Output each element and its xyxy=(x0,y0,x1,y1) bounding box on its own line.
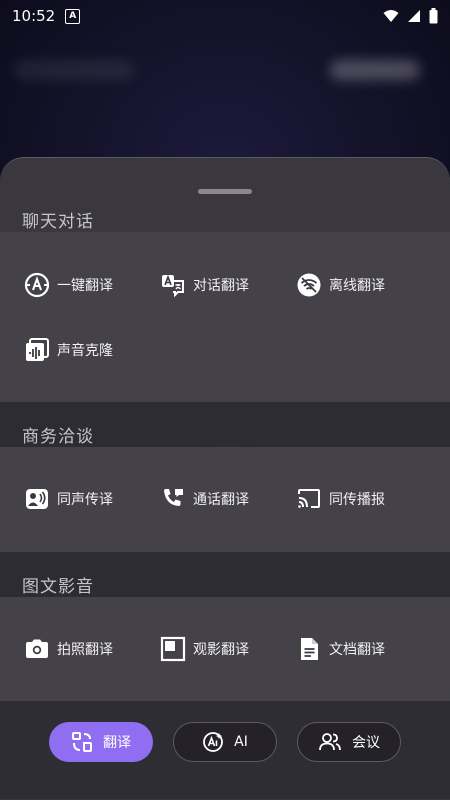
feature-label: 同传播报 xyxy=(329,492,385,508)
tab-label: AI xyxy=(234,734,248,750)
feature-label: 一键翻译 xyxy=(57,278,113,294)
bottom-tab-bar: 翻译 AI 会议 xyxy=(0,701,450,799)
tab-ai[interactable]: AI xyxy=(173,722,277,762)
status-icons xyxy=(383,8,438,24)
feature-simultaneous-interpretation[interactable]: 同声传译 xyxy=(24,485,113,513)
offline-wifi-icon xyxy=(296,272,322,298)
cast-icon xyxy=(296,486,322,512)
feature-document-translate[interactable]: 文档翻译 xyxy=(296,635,385,663)
feature-simultaneous-broadcast[interactable]: 同传播报 xyxy=(296,485,385,513)
scan-translate-icon xyxy=(72,732,92,752)
translate-circle-icon xyxy=(24,272,50,298)
feature-label: 声音克隆 xyxy=(57,343,113,359)
feature-label: 对话翻译 xyxy=(193,278,249,294)
section-title-business: 商务洽谈 xyxy=(22,427,94,447)
feature-offline-translate[interactable]: 离线翻译 xyxy=(296,271,385,299)
status-bar: 10:52 A xyxy=(0,0,450,32)
battery-icon xyxy=(429,8,438,24)
feature-label: 离线翻译 xyxy=(329,278,385,294)
feature-video-translate[interactable]: 观影翻译 xyxy=(160,635,249,663)
tab-meeting[interactable]: 会议 xyxy=(297,722,401,762)
section-chat: 一键翻译 对话翻译 离线翻译 声音克隆 xyxy=(0,232,450,402)
signal-icon xyxy=(408,10,420,22)
section-title-media: 图文影音 xyxy=(22,577,94,597)
voice-clone-icon xyxy=(24,337,50,363)
section-business: 同声传译 通话翻译 同传播报 xyxy=(0,447,450,552)
blurred-header-right xyxy=(330,60,420,80)
feature-label: 拍照翻译 xyxy=(57,642,113,658)
feature-label: 观影翻译 xyxy=(193,642,249,658)
section-title-chat: 聊天对话 xyxy=(22,212,94,232)
drag-handle[interactable] xyxy=(198,189,252,194)
simultaneous-icon xyxy=(24,486,50,512)
ai-sparkle-icon xyxy=(203,732,224,752)
feature-label: 同声传译 xyxy=(57,492,113,508)
phone-call-icon xyxy=(160,486,186,512)
video-window-icon xyxy=(160,636,186,662)
people-icon xyxy=(319,733,341,751)
status-time: 10:52 xyxy=(12,7,56,25)
tab-translate[interactable]: 翻译 xyxy=(49,722,153,762)
feature-dialog-translate[interactable]: 对话翻译 xyxy=(160,271,249,299)
section-media: 拍照翻译 观影翻译 文档翻译 xyxy=(0,597,450,702)
document-icon xyxy=(296,636,322,662)
camera-icon xyxy=(24,636,50,662)
feature-label: 文档翻译 xyxy=(329,642,385,658)
notification-badge: A xyxy=(65,8,81,24)
feature-label: 通话翻译 xyxy=(193,492,249,508)
feature-call-translate[interactable]: 通话翻译 xyxy=(160,485,249,513)
tab-label: 会议 xyxy=(352,735,380,751)
tab-label: 翻译 xyxy=(103,735,131,751)
blurred-header-left xyxy=(14,60,134,80)
feature-voice-clone[interactable]: 声音克隆 xyxy=(24,336,113,364)
feature-photo-translate[interactable]: 拍照翻译 xyxy=(24,635,113,663)
dialog-translate-icon xyxy=(160,272,186,298)
feature-one-click-translate[interactable]: 一键翻译 xyxy=(24,271,113,299)
wifi-icon xyxy=(383,10,399,22)
